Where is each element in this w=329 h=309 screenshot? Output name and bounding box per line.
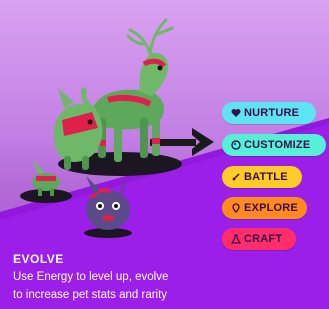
craft-label: CRAFT [244, 233, 283, 245]
nurture-button[interactable]: NURTURE [222, 102, 316, 124]
explore-button[interactable]: EXPLORE [222, 197, 307, 219]
evolve-caption: EVOLVE Use Energy to level up, evolve to… [13, 252, 323, 307]
craft-button[interactable]: CRAFT [222, 228, 296, 250]
map-pin-icon [232, 203, 240, 213]
explore-label: EXPLORE [244, 202, 298, 214]
customize-button[interactable]: CUSTOMIZE [222, 134, 326, 156]
palette-icon [231, 140, 241, 150]
baby-creature [86, 176, 130, 230]
battle-button[interactable]: BATTLE [222, 166, 302, 188]
battle-label: BATTLE [244, 171, 288, 183]
evolve-title: EVOLVE [13, 252, 64, 266]
evolve-description-line-2: to increase pet stats and rarity [13, 289, 168, 301]
customize-label: CUSTOMIZE [244, 139, 311, 151]
evolve-description-line-1: Use Energy to level up, evolve [13, 271, 169, 283]
evolve-slide: NURTURE CUSTOMIZE BATTLE EXPLORE CRAFT E… [0, 0, 329, 309]
shadow-small [20, 189, 72, 203]
nurture-label: NURTURE [244, 107, 300, 119]
heart-icon [231, 109, 241, 117]
sword-icon [232, 173, 240, 181]
flask-icon [231, 234, 241, 244]
